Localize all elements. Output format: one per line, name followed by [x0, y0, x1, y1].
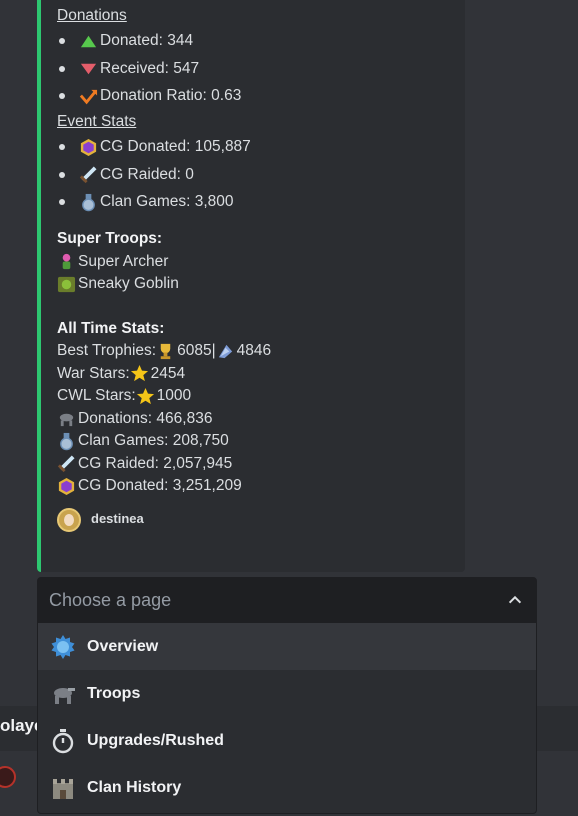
option-overview[interactable]: Overview	[38, 623, 536, 670]
avatar	[57, 507, 81, 532]
best-trophies-line: Best Trophies: 6085 | 4846	[57, 342, 272, 359]
sword-icon	[79, 166, 97, 184]
triangle-down-icon	[80, 64, 97, 75]
select-placeholder: Choose a page	[49, 589, 172, 610]
list-item: Sneaky Goblin	[57, 273, 453, 296]
clan-castle-icon	[53, 778, 73, 799]
list-item: Donated: 344	[57, 28, 453, 56]
option-upgrades-rushed[interactable]: Upgrades/Rushed	[38, 717, 536, 764]
super-troops-title: Super Troops:	[57, 230, 163, 247]
trophy-icon	[160, 343, 171, 359]
select-menu: Overview Troops Upgrades/Rushed Clan His…	[37, 623, 537, 814]
embed-footer: destinea	[57, 507, 453, 532]
all-time-clan-games-line: Clan Games: 208,750	[57, 430, 453, 453]
list-item: Super Archer	[57, 251, 453, 274]
star-icon	[130, 365, 148, 382]
builder-trophy-icon	[218, 344, 232, 358]
star-icon	[136, 387, 154, 404]
overview-gear-icon	[51, 634, 75, 659]
hexagon-gem-icon	[58, 477, 75, 495]
all-time-cg-raided-line: CG Raided: 2,057,945	[57, 453, 453, 476]
stats-embed: Donations Donated: 344 Received: 547 Don…	[37, 0, 465, 572]
troops-icon	[59, 414, 74, 427]
sword-icon	[57, 455, 75, 473]
footer-name: destinea	[91, 511, 144, 527]
medal-icon	[82, 193, 95, 212]
super-archer-icon	[62, 254, 71, 270]
war-stars-line: War Stars: 2454	[57, 364, 186, 382]
list-item: CG Raided: 0	[57, 161, 453, 189]
list-item: Donation Ratio: 0.63	[57, 83, 453, 111]
all-time-cg-donated-line: CG Donated: 3,251,209	[57, 475, 453, 498]
list-item: Clan Games: 3,800	[57, 189, 453, 217]
option-clan-history[interactable]: Clan History	[38, 764, 536, 811]
all-time-title: All Time Stats:	[57, 319, 165, 337]
list-item: CG Donated: 105,887	[57, 134, 453, 162]
donations-header: Donations	[57, 7, 127, 24]
sneaky-goblin-icon	[57, 276, 76, 292]
background-avatar	[0, 766, 16, 788]
triangle-up-icon	[80, 35, 97, 47]
page-select[interactable]: Choose a page	[37, 577, 537, 623]
chevron-up-icon[interactable]	[506, 591, 524, 609]
hexagon-gem-icon	[80, 138, 97, 156]
troops-icon	[54, 687, 75, 704]
cwl-stars-line: CWL Stars: 1000	[57, 387, 192, 404]
option-troops[interactable]: Troops	[38, 670, 536, 717]
ratio-chart-icon	[79, 89, 98, 105]
event-stats-header: Event Stats	[57, 113, 137, 130]
all-time-donations-line: Donations: 466,836	[57, 408, 453, 431]
list-item: Received: 547	[57, 55, 453, 83]
stopwatch-icon	[52, 728, 74, 753]
medal-icon	[60, 432, 73, 451]
